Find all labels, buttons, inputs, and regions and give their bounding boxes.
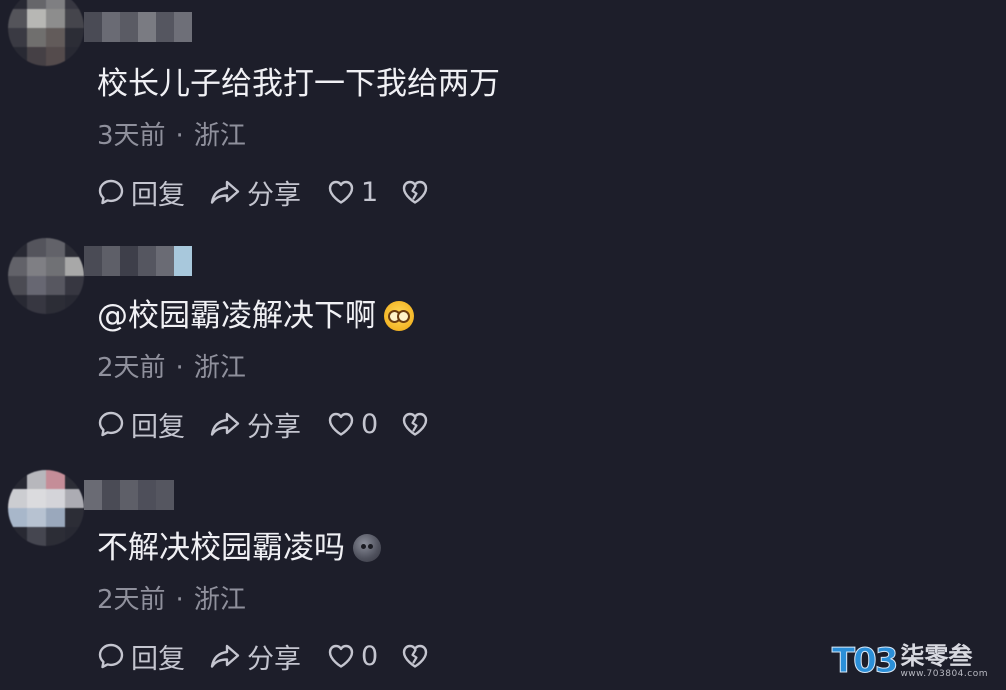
reply-label: 回复	[131, 411, 185, 443]
reply-label: 回复	[131, 179, 185, 211]
reply-button[interactable]: 回复	[97, 173, 209, 212]
comment-bubble-icon	[98, 643, 124, 669]
watermark-logo: T03	[831, 641, 898, 681]
dislike-button[interactable]	[401, 643, 429, 669]
meta-separator: ·	[175, 121, 184, 151]
comment-actions: 回复 分享 0	[97, 636, 429, 676]
dislike-button[interactable]	[401, 411, 429, 437]
reply-label: 回复	[131, 643, 185, 675]
watermark-badge: T03	[831, 641, 898, 681]
watermark-text: 柒零叁 www.703804.com	[900, 643, 988, 679]
comment-text: 不解决校园霸凌吗	[97, 528, 381, 568]
meta-separator: ·	[175, 353, 184, 383]
comment-text-content: 校长儿子给我打一下我给两万	[97, 66, 500, 102]
share-arrow-icon	[210, 644, 240, 668]
watermark: T03 柒零叁 www.703804.com	[831, 641, 988, 681]
avatar[interactable]	[8, 0, 84, 66]
broken-heart-icon	[402, 644, 428, 668]
comment-actions: 回复 分享 1	[97, 172, 429, 212]
comment-time: 2天前	[97, 353, 166, 383]
comment-time: 3天前	[97, 121, 166, 151]
avatar[interactable]	[8, 238, 84, 314]
heart-icon	[328, 412, 354, 436]
comment-location: 浙江	[193, 585, 246, 615]
comment-text: @校园霸凌解决下啊	[97, 296, 414, 336]
comment-meta: 3天前 · 浙江	[97, 118, 246, 154]
like-button[interactable]: 0	[327, 641, 401, 672]
comment-actions: 回复 分享 0	[97, 404, 429, 444]
username-blurred[interactable]	[84, 480, 174, 510]
broken-heart-icon	[402, 412, 428, 436]
comment-meta: 2天前 · 浙江	[97, 582, 246, 618]
like-count: 0	[361, 408, 379, 440]
comment-text: 校长儿子给我打一下我给两万	[97, 64, 500, 104]
like-button[interactable]: 1	[327, 177, 401, 208]
comment-meta: 2天前 · 浙江	[97, 350, 246, 386]
share-button[interactable]: 分享	[209, 405, 327, 444]
heart-icon	[328, 180, 354, 204]
share-arrow-icon	[210, 180, 240, 204]
dislike-button[interactable]	[401, 179, 429, 205]
comment-bubble-icon	[98, 179, 124, 205]
heart-icon	[328, 644, 354, 668]
username-blurred[interactable]	[84, 246, 192, 276]
broken-heart-icon	[402, 180, 428, 204]
reply-button[interactable]: 回复	[97, 637, 209, 676]
comment-bubble-icon	[98, 411, 124, 437]
reply-button[interactable]: 回复	[97, 405, 209, 444]
comment-text-content: 不解决校园霸凌吗	[97, 530, 345, 566]
watermark-name: 柒零叁	[900, 642, 973, 670]
like-count: 1	[361, 176, 379, 208]
like-button[interactable]: 0	[327, 409, 401, 440]
share-label: 分享	[247, 179, 301, 211]
comment-text-content: @校园霸凌解决下啊	[97, 298, 376, 334]
comment-item: 校长儿子给我打一下我给两万 3天前 · 浙江 回复 分享 1	[0, 0, 1006, 232]
share-button[interactable]: 分享	[209, 173, 327, 212]
comment-location: 浙江	[193, 353, 246, 383]
gray-face-emoji	[353, 534, 381, 562]
comment-item: @校园霸凌解决下啊 2天前 · 浙江 回复 分享 0	[0, 232, 1006, 464]
comment-time: 2天前	[97, 585, 166, 615]
avatar[interactable]	[8, 470, 84, 546]
share-button[interactable]: 分享	[209, 637, 327, 676]
share-label: 分享	[247, 411, 301, 443]
watermark-url: www.703804.com	[900, 669, 988, 679]
share-label: 分享	[247, 643, 301, 675]
username-blurred[interactable]	[84, 12, 192, 42]
comment-location: 浙江	[193, 121, 246, 151]
dizzy-face-emoji	[384, 301, 414, 331]
meta-separator: ·	[175, 585, 184, 615]
like-count: 0	[361, 640, 379, 672]
comment-list: 校长儿子给我打一下我给两万 3天前 · 浙江 回复 分享 1 @校园霸凌解决下啊…	[0, 0, 1006, 690]
share-arrow-icon	[210, 412, 240, 436]
